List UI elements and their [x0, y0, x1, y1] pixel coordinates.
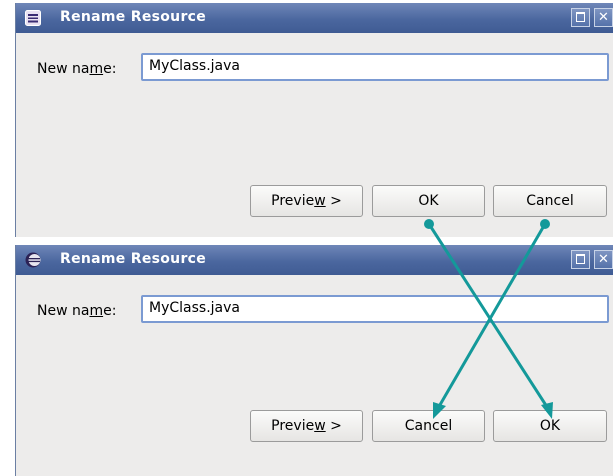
title-bar[interactable]: Rename Resource ✕: [16, 3, 613, 33]
close-icon: ✕: [598, 252, 609, 267]
rename-resource-dialog-before: Rename Resource ✕ New name: MyClass.java…: [15, 3, 613, 237]
dialog-title: Rename Resource: [60, 9, 207, 25]
preview-button[interactable]: Preview >: [250, 410, 363, 442]
preview-button[interactable]: Preview >: [250, 185, 363, 217]
cancel-button[interactable]: Cancel: [372, 410, 485, 442]
eclipse-icon: [25, 252, 41, 268]
new-name-label: New name:: [37, 303, 117, 319]
ok-button[interactable]: OK: [493, 410, 607, 442]
close-button[interactable]: ✕: [594, 8, 613, 27]
close-button[interactable]: ✕: [594, 250, 613, 269]
rename-resource-dialog-after: Rename Resource ✕ New name: MyClass.java…: [15, 245, 613, 476]
maximize-button[interactable]: [571, 250, 590, 269]
dialog-title: Rename Resource: [60, 251, 207, 267]
ok-button[interactable]: OK: [372, 185, 485, 217]
maximize-icon: [576, 253, 585, 264]
new-name-input[interactable]: MyClass.java: [141, 53, 609, 81]
new-name-input[interactable]: MyClass.java: [141, 295, 609, 323]
close-icon: ✕: [598, 10, 609, 25]
cancel-button[interactable]: Cancel: [493, 185, 607, 217]
maximize-button[interactable]: [571, 8, 590, 27]
eclipse-icon: [25, 10, 41, 26]
new-name-label: New name:: [37, 61, 117, 77]
maximize-icon: [576, 11, 585, 22]
title-bar[interactable]: Rename Resource ✕: [16, 245, 613, 275]
